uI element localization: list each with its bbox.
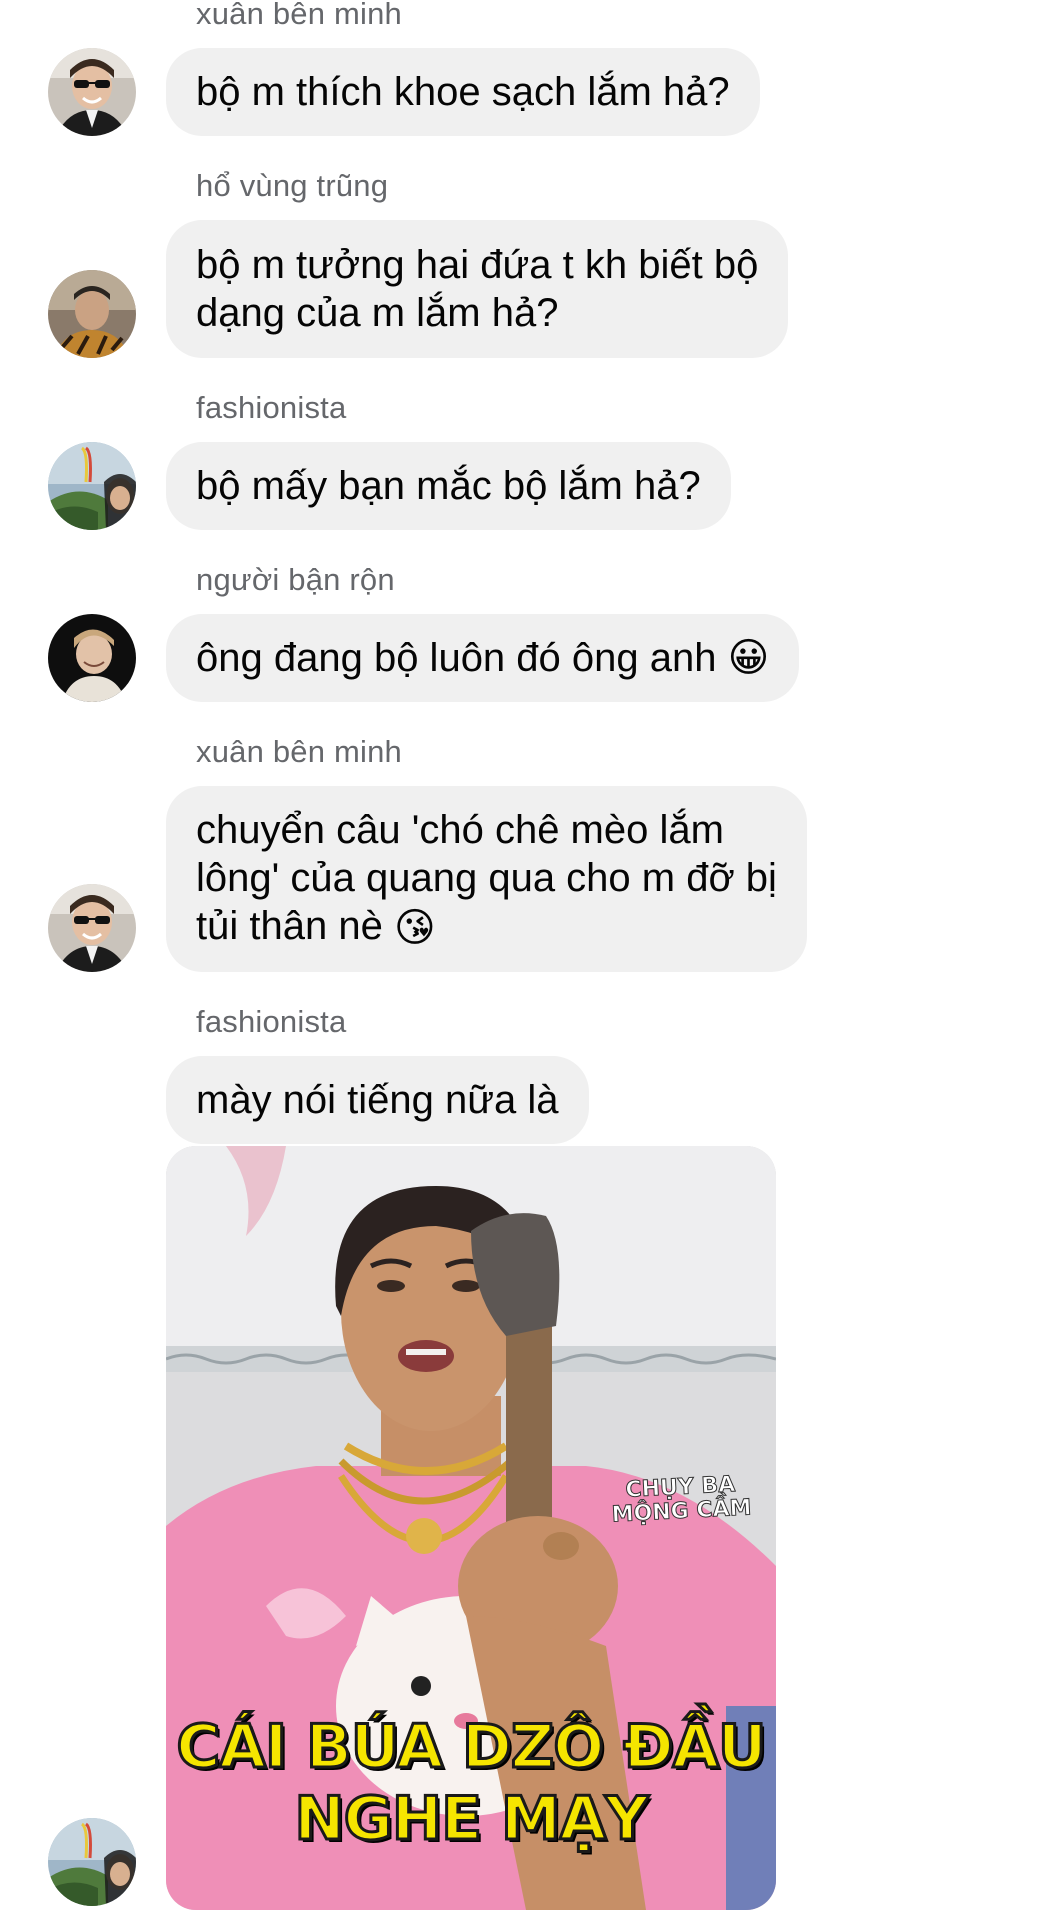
- message-bubble[interactable]: chuyển câu 'chó chê mèo lắm lông' của qu…: [166, 786, 807, 972]
- message-text: mày nói tiếng nữa là: [196, 1078, 559, 1122]
- sender-name: fashionista: [196, 1004, 347, 1039]
- message-text: bộ m thích khoe sạch lắm hả?: [196, 70, 730, 114]
- message-bubble[interactable]: bộ mấy bạn mắc bộ lắm hả?: [166, 442, 731, 530]
- watermark: CHỤY BA MỘNG CẦM: [610, 1472, 753, 1528]
- message-text: bộ m tưởng hai đứa t kh biết bộ dạng của…: [196, 243, 759, 335]
- message-text: chuyển câu 'chó chê mèo lắm lông' của qu…: [196, 807, 777, 948]
- sender-name: xuân bên minh: [196, 0, 402, 31]
- message-bubble[interactable]: ông đang bộ luôn đó ông anh 😀: [166, 614, 800, 702]
- meme-image[interactable]: CHỤY BA MỘNG CẦM CÁI BÚA DZÔ ĐẦU NGHE MẠ…: [166, 1146, 776, 1910]
- message-bubble[interactable]: bộ m thích khoe sạch lắm hả?: [166, 48, 760, 136]
- sender-name: hổ vùng trũng: [196, 168, 389, 203]
- meme-caption-line: CÁI BÚA DZÔ ĐẦU: [175, 1712, 768, 1782]
- message-bubble[interactable]: mày nói tiếng nữa là: [166, 1056, 589, 1144]
- avatar[interactable]: [48, 1818, 136, 1906]
- message-text: ông đang bộ luôn đó ông anh: [196, 636, 717, 680]
- face-blowing-kiss-icon: 😘: [393, 905, 436, 952]
- sender-name: người bận rộn: [196, 562, 395, 597]
- message-text: bộ mấy bạn mắc bộ lắm hả?: [196, 464, 701, 508]
- message-bubble[interactable]: bộ m tưởng hai đứa t kh biết bộ dạng của…: [166, 220, 789, 358]
- avatar[interactable]: [48, 884, 136, 972]
- sender-name: xuân bên minh: [196, 734, 402, 769]
- avatar[interactable]: [48, 270, 136, 358]
- meme-caption-line: NGHE MẠY: [293, 1784, 650, 1854]
- avatar[interactable]: [48, 614, 136, 702]
- grinning-face-icon: 😀: [727, 635, 770, 681]
- avatar[interactable]: [48, 48, 136, 136]
- message-content: chuyển câu 'chó chê mèo lắm lông' của qu…: [196, 806, 777, 952]
- sender-name: fashionista: [196, 390, 347, 425]
- avatar[interactable]: [48, 442, 136, 530]
